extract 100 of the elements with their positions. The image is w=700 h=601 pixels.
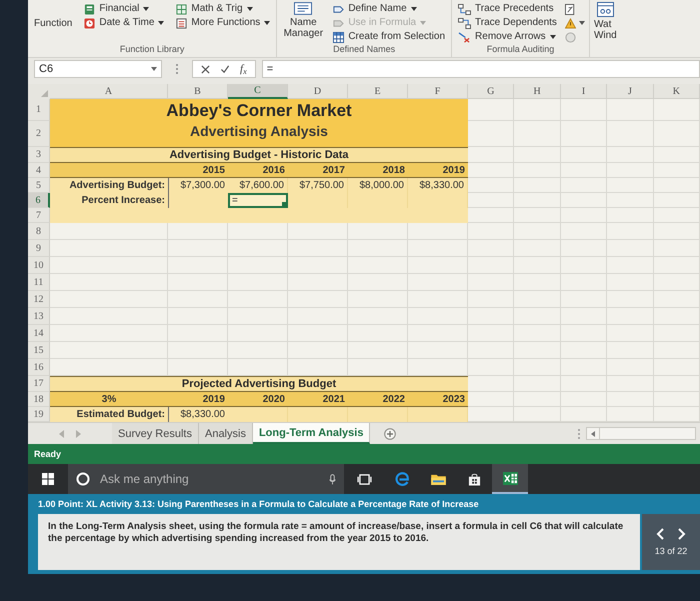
section-heading: Advertising Budget - Historic Data bbox=[169, 148, 349, 162]
row-header[interactable]: 5 bbox=[28, 178, 50, 193]
row-header[interactable]: 1 bbox=[28, 99, 50, 121]
ring-icon bbox=[76, 472, 90, 486]
clock-icon bbox=[84, 18, 96, 28]
check-icon[interactable] bbox=[220, 64, 230, 74]
column-header[interactable]: H bbox=[514, 84, 561, 99]
column-header[interactable]: E bbox=[348, 84, 408, 99]
scroll-left-icon[interactable] bbox=[591, 430, 595, 436]
row-header[interactable]: 2 bbox=[28, 121, 50, 147]
insert-function-button[interactable]: f$_{x}$ bbox=[240, 63, 247, 75]
year-cell: 2018 bbox=[382, 164, 405, 176]
watch-window-button[interactable]: Wat Wind bbox=[590, 0, 621, 57]
row-header[interactable]: 6 bbox=[28, 193, 50, 208]
caret-icon bbox=[158, 21, 164, 25]
year-cell: 2022 bbox=[382, 394, 405, 404]
formula-input[interactable]: = bbox=[262, 60, 700, 78]
column-header[interactable]: I bbox=[560, 84, 608, 99]
sheet-title: Abbey's Corner Market bbox=[166, 101, 352, 121]
grid-icon bbox=[176, 4, 188, 14]
column-header[interactable]: G bbox=[468, 84, 514, 99]
row-header[interactable]: 11 bbox=[28, 274, 50, 291]
trace-arrow-icon bbox=[458, 4, 472, 14]
row-header[interactable]: 15 bbox=[28, 342, 50, 359]
caret-icon bbox=[578, 21, 585, 25]
ribbon-button[interactable]: Trace Dependents bbox=[456, 16, 559, 30]
row-header[interactable]: 14 bbox=[28, 325, 50, 342]
group-label: Function Library bbox=[120, 44, 184, 55]
ribbon-button[interactable]: More Functions bbox=[174, 16, 272, 30]
year-cell: 2023 bbox=[442, 394, 465, 404]
trace-arrow-icon bbox=[458, 18, 472, 28]
formula-sheet-icon[interactable] bbox=[564, 4, 576, 14]
column-header[interactable]: F bbox=[408, 84, 468, 99]
horizontal-scrollbar[interactable] bbox=[586, 427, 696, 440]
warning-icon[interactable] bbox=[564, 18, 576, 28]
list-icon bbox=[294, 2, 312, 15]
row-header[interactable]: 16 bbox=[28, 359, 50, 376]
column-header[interactable]: K bbox=[654, 84, 700, 99]
row-header[interactable]: 3 bbox=[28, 147, 50, 163]
row-header[interactable]: 13 bbox=[28, 308, 50, 325]
row-header[interactable]: 12 bbox=[28, 291, 50, 308]
ribbon-button[interactable]: Trace Precedents bbox=[456, 2, 559, 16]
ribbon-button[interactable]: Financial bbox=[82, 2, 166, 16]
chevron-right-icon[interactable] bbox=[678, 528, 686, 540]
row-header[interactable]: 8 bbox=[28, 223, 50, 240]
question-title: 1.00 Point: XL Activity 3.13: Using Parentheses in a Formula to Calculate a Percentage Rate of Increase bbox=[38, 498, 479, 510]
tag-icon bbox=[333, 4, 344, 14]
row-header[interactable]: 19 bbox=[28, 407, 50, 422]
row-header[interactable]: 7 bbox=[28, 208, 50, 223]
window-icon bbox=[596, 2, 614, 17]
add-sheet-icon[interactable] bbox=[384, 428, 396, 440]
caret-icon bbox=[410, 7, 417, 11]
arrow-cross-icon bbox=[458, 32, 472, 42]
column-header[interactable]: C bbox=[228, 84, 288, 99]
year-cell: 2017 bbox=[322, 164, 345, 176]
spreadsheet-app-icon[interactable] bbox=[502, 472, 518, 484]
ribbon-button[interactable]: Define Name bbox=[331, 2, 448, 16]
question-text: In the Long-Term Analysis sheet, using the formula rate = amount of increase/base, insert a formula in cell C6 that will calculate the percentage by which advertising spending increased from the year 2015 to 2016. bbox=[48, 521, 624, 545]
active-app-slot[interactable] bbox=[492, 464, 528, 494]
column-header[interactable]: A bbox=[50, 84, 168, 99]
caret-icon bbox=[264, 21, 270, 25]
search-field[interactable]: Ask me anything bbox=[68, 464, 344, 494]
shopping-bag-icon[interactable] bbox=[468, 472, 480, 486]
fill-handle-icon bbox=[282, 202, 286, 206]
name-box[interactable]: C6 bbox=[34, 60, 162, 78]
spreadsheet-cell[interactable]: = bbox=[228, 193, 288, 208]
ribbon-button[interactable]: Math & Trig bbox=[174, 2, 272, 16]
column-header[interactable]: J bbox=[607, 84, 654, 99]
row-header[interactable]: 17 bbox=[28, 376, 50, 392]
cancel-icon[interactable] bbox=[201, 64, 210, 74]
row-header[interactable]: 4 bbox=[28, 163, 50, 178]
start-icon[interactable] bbox=[42, 473, 54, 485]
row-header[interactable]: 18 bbox=[28, 392, 50, 407]
year-cell: 2016 bbox=[262, 164, 285, 176]
year-cell: 2015 bbox=[202, 164, 225, 176]
group-label: Formula Auditing bbox=[486, 44, 554, 55]
sheet-tab[interactable]: Long-Term Analysis bbox=[252, 423, 370, 444]
ribbon-button[interactable]: Remove Arrows bbox=[456, 30, 559, 44]
tag-icon bbox=[333, 18, 344, 28]
year-cell: 2021 bbox=[322, 394, 345, 404]
stacked-windows-icon[interactable] bbox=[356, 474, 372, 484]
folder-icon[interactable] bbox=[430, 474, 446, 484]
insert-function-button[interactable]: Function bbox=[32, 2, 74, 30]
year-cell: 2020 bbox=[262, 394, 285, 404]
column-header[interactable]: B bbox=[168, 84, 228, 99]
row-header[interactable]: 9 bbox=[28, 240, 50, 257]
caret-icon bbox=[246, 7, 253, 11]
column-header[interactable]: D bbox=[288, 84, 348, 99]
sheet-tab[interactable]: Survey Results bbox=[112, 423, 199, 444]
browser-icon[interactable] bbox=[395, 472, 409, 486]
row-label: Advertising Budget: bbox=[69, 180, 165, 191]
name-manager-button[interactable]: Name Manager bbox=[281, 2, 326, 44]
caret-icon bbox=[550, 35, 556, 39]
microphone-icon[interactable] bbox=[329, 474, 336, 484]
sheet-tab[interactable]: Analysis bbox=[198, 423, 253, 444]
ribbon-button[interactable]: Create from Selection bbox=[331, 30, 448, 44]
caret-icon bbox=[420, 21, 426, 25]
ribbon-button[interactable]: Date & Time bbox=[82, 16, 166, 30]
row-header[interactable]: 10 bbox=[28, 257, 50, 274]
chevron-left-icon[interactable] bbox=[656, 528, 664, 540]
